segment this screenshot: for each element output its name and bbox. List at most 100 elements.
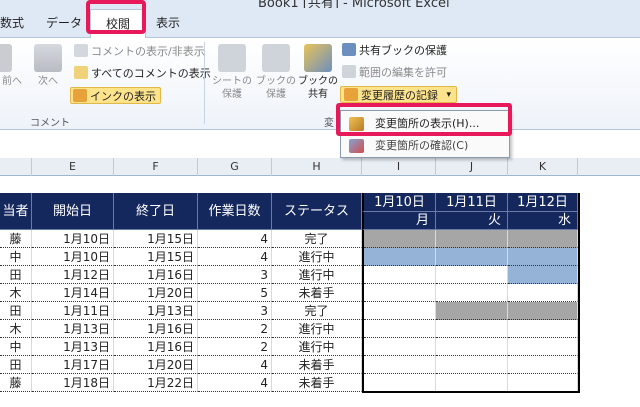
- cell-status[interactable]: 進行中: [272, 338, 362, 356]
- column-header-f[interactable]: F: [114, 158, 198, 176]
- show-hide-comment-button[interactable]: コメントの表示/非表示: [74, 43, 205, 60]
- gantt-cell[interactable]: [364, 338, 436, 356]
- next-comment-button[interactable]: 次へ: [28, 40, 68, 88]
- cell-assignee[interactable]: 藤: [0, 374, 32, 392]
- cell-work-days[interactable]: 4: [198, 248, 272, 266]
- cell-start-date[interactable]: 1月10日: [32, 230, 114, 248]
- protect-shared-book-button[interactable]: 共有ブックの保護: [342, 42, 447, 59]
- cell-end-date[interactable]: 1月20日: [114, 356, 198, 374]
- gantt-cell[interactable]: [508, 248, 578, 266]
- protect-sheet-button[interactable]: シートの 保護: [212, 40, 252, 101]
- column-header-e[interactable]: E: [32, 158, 114, 176]
- gantt-cell[interactable]: [508, 338, 578, 356]
- menu-item-accept-reject[interactable]: 変更箇所の確認(C): [343, 136, 507, 156]
- cell-start-date[interactable]: 1月14日: [32, 284, 114, 302]
- gantt-cell[interactable]: [508, 320, 578, 338]
- tab-data[interactable]: データ: [46, 14, 82, 31]
- gantt-cell[interactable]: [508, 302, 578, 320]
- gantt-cell[interactable]: [364, 230, 436, 248]
- cell-start-date[interactable]: 1月12日: [32, 266, 114, 284]
- cell-assignee[interactable]: 藤: [0, 230, 32, 248]
- gantt-cell[interactable]: [364, 356, 436, 374]
- gantt-cell[interactable]: [364, 320, 436, 338]
- cell-end-date[interactable]: 1月22日: [114, 374, 198, 392]
- cell-end-date[interactable]: 1月16日: [114, 266, 198, 284]
- header-start-date[interactable]: 開始日: [32, 193, 114, 230]
- gantt-cell[interactable]: [436, 338, 508, 356]
- header-day-1[interactable]: 月: [362, 212, 436, 230]
- cell-work-days[interactable]: 4: [198, 230, 272, 248]
- header-assignee[interactable]: 当者: [0, 193, 32, 230]
- column-header-g[interactable]: G: [198, 158, 272, 176]
- prev-comment-button[interactable]: 前へ: [0, 40, 22, 88]
- gantt-cell[interactable]: [436, 374, 508, 392]
- column-header-h[interactable]: H: [272, 158, 362, 176]
- cell-start-date[interactable]: 1月18日: [32, 374, 114, 392]
- gantt-cell[interactable]: [436, 230, 508, 248]
- cell-end-date[interactable]: 1月13日: [114, 302, 198, 320]
- column-header-d[interactable]: [0, 158, 32, 176]
- gantt-cell[interactable]: [508, 230, 578, 248]
- tab-review[interactable]: 校閲: [90, 9, 146, 39]
- header-date-1[interactable]: 1月10日: [362, 193, 436, 212]
- cell-assignee[interactable]: 田: [0, 266, 32, 284]
- cell-status[interactable]: 未着手: [272, 356, 362, 374]
- gantt-cell[interactable]: [364, 302, 436, 320]
- column-header-j[interactable]: J: [436, 158, 508, 176]
- tab-view[interactable]: 表示: [156, 14, 180, 31]
- cell-status[interactable]: 進行中: [272, 266, 362, 284]
- cell-work-days[interactable]: 2: [198, 320, 272, 338]
- gantt-cell[interactable]: [436, 266, 508, 284]
- column-header-k[interactable]: K: [508, 158, 578, 176]
- header-status[interactable]: ステータス: [272, 193, 362, 230]
- cell-work-days[interactable]: 3: [198, 302, 272, 320]
- gantt-cell[interactable]: [364, 248, 436, 266]
- cell-start-date[interactable]: 1月13日: [32, 338, 114, 356]
- gantt-cell[interactable]: [436, 248, 508, 266]
- cell-status[interactable]: 完了: [272, 230, 362, 248]
- cell-end-date[interactable]: 1月16日: [114, 338, 198, 356]
- cell-end-date[interactable]: 1月15日: [114, 248, 198, 266]
- header-work-days[interactable]: 作業日数: [198, 193, 272, 230]
- share-book-button[interactable]: ブックの 共有: [298, 40, 338, 101]
- show-ink-button[interactable]: インクの表示: [70, 87, 161, 104]
- cell-start-date[interactable]: 1月10日: [32, 248, 114, 266]
- gantt-cell[interactable]: [364, 266, 436, 284]
- cell-assignee[interactable]: 木: [0, 284, 32, 302]
- header-day-2[interactable]: 火: [436, 212, 508, 230]
- cell-status[interactable]: 完了: [272, 302, 362, 320]
- gantt-cell[interactable]: [508, 356, 578, 374]
- show-all-comments-button[interactable]: すべてのコメントの表示: [74, 65, 211, 82]
- cell-start-date[interactable]: 1月11日: [32, 302, 114, 320]
- cell-status[interactable]: 進行中: [272, 320, 362, 338]
- gantt-cell[interactable]: [436, 284, 508, 302]
- cell-work-days[interactable]: 4: [198, 356, 272, 374]
- cell-status[interactable]: 未着手: [272, 284, 362, 302]
- cell-work-days[interactable]: 4: [198, 374, 272, 392]
- cell-end-date[interactable]: 1月16日: [114, 320, 198, 338]
- header-end-date[interactable]: 終了日: [114, 193, 198, 230]
- column-header-i[interactable]: I: [362, 158, 436, 176]
- cell-end-date[interactable]: 1月20日: [114, 284, 198, 302]
- cell-assignee[interactable]: 田: [0, 356, 32, 374]
- cell-assignee[interactable]: 中: [0, 248, 32, 266]
- tab-formulas[interactable]: 数式: [0, 14, 24, 31]
- cell-work-days[interactable]: 3: [198, 266, 272, 284]
- gantt-cell[interactable]: [436, 302, 508, 320]
- gantt-cell[interactable]: [508, 374, 578, 392]
- cell-status[interactable]: 未着手: [272, 374, 362, 392]
- cell-assignee[interactable]: 木: [0, 320, 32, 338]
- cell-assignee[interactable]: 田: [0, 302, 32, 320]
- cell-status[interactable]: 進行中: [272, 248, 362, 266]
- cell-work-days[interactable]: 5: [198, 284, 272, 302]
- column-header-l[interactable]: [578, 158, 640, 176]
- allow-edit-ranges-button[interactable]: 範囲の編集を許可: [342, 64, 447, 81]
- header-day-3[interactable]: 水: [508, 212, 578, 230]
- gantt-cell[interactable]: [364, 284, 436, 302]
- header-date-2[interactable]: 1月11日: [436, 193, 508, 212]
- cell-assignee[interactable]: 中: [0, 338, 32, 356]
- gantt-cell[interactable]: [436, 356, 508, 374]
- cell-start-date[interactable]: 1月13日: [32, 320, 114, 338]
- cell-start-date[interactable]: 1月17日: [32, 356, 114, 374]
- track-changes-button[interactable]: 変更履歴の記録 ▾: [340, 86, 457, 103]
